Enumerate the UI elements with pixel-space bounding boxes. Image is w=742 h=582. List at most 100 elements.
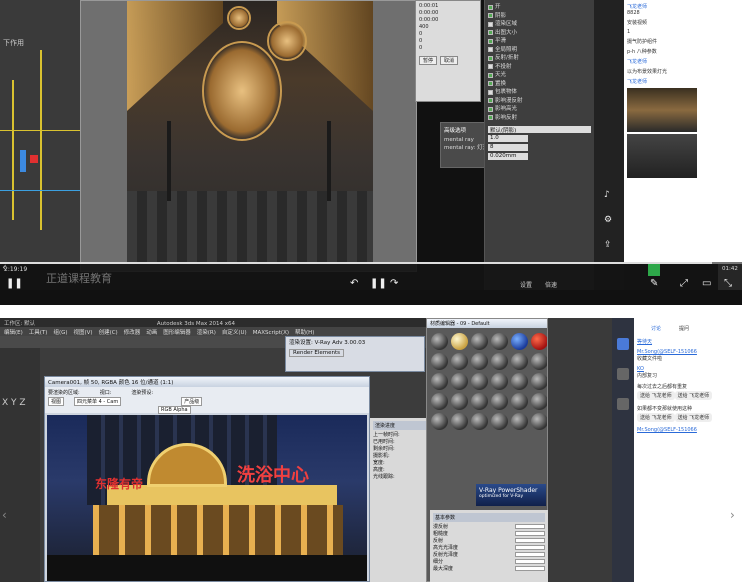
- property-checkbox-row[interactable]: 天光: [488, 71, 591, 80]
- material-slot[interactable]: [471, 413, 488, 430]
- material-slot[interactable]: [431, 413, 448, 430]
- property-checkbox-row[interactable]: 出图大小: [488, 29, 591, 38]
- property-checkbox-row[interactable]: 全局照明: [488, 46, 591, 55]
- multiplier-field[interactable]: 1.0: [488, 135, 528, 142]
- render-setup-dialog[interactable]: 渲染设置: V-Ray Adv 3.00.03 Render Elements: [285, 336, 425, 372]
- param-row[interactable]: 最大深度: [433, 566, 545, 573]
- checkbox[interactable]: [488, 38, 493, 44]
- material-slot[interactable]: [511, 373, 528, 390]
- material-slot[interactable]: [511, 353, 528, 370]
- material-slot[interactable]: [531, 373, 547, 390]
- fullscreen-icon[interactable]: ⤢: [680, 278, 688, 289]
- bias-field[interactable]: 0.020mm: [488, 153, 528, 160]
- material-slot[interactable]: [471, 373, 488, 390]
- material-slot[interactable]: [531, 413, 547, 430]
- property-checkbox-row[interactable]: 反射/折射: [488, 54, 591, 63]
- material-slot[interactable]: [511, 393, 528, 410]
- pip-icon[interactable]: ▭: [702, 278, 711, 289]
- chat-sender[interactable]: 等待天: [637, 338, 721, 345]
- material-slot[interactable]: [491, 353, 508, 370]
- members-tab-icon[interactable]: [617, 398, 629, 410]
- chat-panel[interactable]: 讨论 提问 等待天 Mr.Song(@SELF-151066 收藏文件啦 KO 内部复习…: [612, 318, 724, 582]
- material-slot[interactable]: [431, 353, 448, 370]
- property-checkbox-row[interactable]: 影响反射: [488, 114, 591, 123]
- property-checkbox-row[interactable]: 开: [488, 3, 591, 12]
- material-slot[interactable]: [531, 393, 547, 410]
- material-slot[interactable]: [491, 373, 508, 390]
- material-slot[interactable]: [491, 413, 508, 430]
- chat-image-attachment[interactable]: [627, 88, 697, 132]
- settings-icon[interactable]: ⚙: [604, 215, 612, 225]
- progress-bar[interactable]: [0, 262, 742, 264]
- play-pause-icon[interactable]: ❚❚: [6, 278, 23, 289]
- material-slot[interactable]: [451, 413, 468, 430]
- param-field[interactable]: [515, 531, 545, 536]
- param-field[interactable]: [515, 566, 545, 571]
- chat-panel[interactable]: 飞龙老师 8828 安装视频 1 摄气防护组件 p-h 八种参数 飞龙老师 以为布景效果灯光飞…: [624, 0, 718, 264]
- param-row[interactable]: 反射光泽度: [433, 552, 545, 559]
- prev-arrow-icon[interactable]: ‹: [2, 260, 7, 274]
- checkbox[interactable]: [488, 72, 493, 78]
- param-row[interactable]: 粗糙度: [433, 531, 545, 538]
- cancel-button[interactable]: 取消: [440, 56, 459, 65]
- area-select[interactable]: 视图: [48, 397, 65, 406]
- forward-icon[interactable]: ↷: [390, 278, 398, 289]
- next-arrow-icon[interactable]: ›: [730, 508, 735, 522]
- property-checkbox-row[interactable]: 包裹物体: [488, 88, 591, 97]
- property-checkbox-row[interactable]: 置换: [488, 80, 591, 89]
- checkbox[interactable]: [488, 64, 493, 70]
- checkbox[interactable]: [488, 55, 493, 61]
- param-field[interactable]: [515, 552, 545, 557]
- files-tab-icon[interactable]: [617, 368, 629, 380]
- param-field[interactable]: [515, 545, 545, 550]
- property-checkbox-row[interactable]: 渲染区域: [488, 20, 591, 29]
- pause-icon[interactable]: ❚❚: [370, 278, 387, 289]
- param-field[interactable]: [515, 538, 545, 543]
- material-slot[interactable]: [511, 413, 528, 430]
- chat-sender[interactable]: 飞龙老师: [627, 78, 715, 85]
- material-slot[interactable]: [471, 333, 488, 350]
- param-row[interactable]: 高光光泽度: [433, 545, 545, 552]
- share-icon[interactable]: ⇪: [604, 240, 612, 250]
- chat-sidebar[interactable]: [612, 318, 634, 582]
- material-slot[interactable]: [451, 373, 468, 390]
- checkbox[interactable]: [488, 98, 493, 104]
- checkbox[interactable]: [488, 30, 493, 36]
- checkbox[interactable]: [488, 21, 493, 27]
- light-properties-panel[interactable]: 开阴影 渲染区域 出图大小 平滑 全局照明 反射/折射 不投射 天光 置换 包裹物体 影响漫反射 影响…: [484, 0, 594, 290]
- tab-discussion[interactable]: 讨论: [651, 325, 661, 332]
- chat-sender[interactable]: Mr.Song(@SELF-151066: [637, 427, 721, 433]
- material-slot[interactable]: [491, 333, 508, 350]
- checkbox[interactable]: [488, 106, 493, 112]
- material-slot[interactable]: [431, 333, 448, 350]
- chat-sender[interactable]: 飞龙老师: [627, 3, 715, 10]
- param-row[interactable]: 细分: [433, 559, 545, 566]
- pen-icon[interactable]: ✎: [650, 278, 658, 289]
- render-window-toolbar[interactable]: 要渲染的区域: 视口: 渲染预设: 视图 四元菜单 4 - Cam 产品级 RG…: [45, 387, 369, 414]
- channel-select[interactable]: RGB Alpha: [158, 406, 191, 414]
- material-params[interactable]: 基本参数 漫反射 粗糙度 反射 高光光泽度 反射光泽度 细分 最大深度: [430, 510, 548, 582]
- expand-icon[interactable]: ⤡: [724, 278, 732, 289]
- chat-tab-icon[interactable]: [617, 338, 629, 350]
- material-slot[interactable]: [451, 393, 468, 410]
- material-slot[interactable]: [431, 373, 448, 390]
- property-checkbox-row[interactable]: 阴影: [488, 12, 591, 21]
- chat-app-icon[interactable]: [648, 264, 660, 276]
- param-field[interactable]: [515, 559, 545, 564]
- param-field[interactable]: [515, 524, 545, 529]
- shadow-type-select[interactable]: 默认(阴影): [488, 126, 591, 134]
- material-slot[interactable]: [531, 333, 547, 350]
- volume-icon[interactable]: ♪: [604, 190, 610, 200]
- material-slot[interactable]: [511, 333, 528, 350]
- checkbox[interactable]: [488, 81, 493, 87]
- prev-arrow-icon[interactable]: ‹: [2, 508, 7, 522]
- material-slot[interactable]: [471, 393, 488, 410]
- material-slot[interactable]: [491, 393, 508, 410]
- preset-select[interactable]: 产品级: [181, 397, 203, 406]
- subdivs-field[interactable]: 8: [488, 144, 528, 151]
- material-slot[interactable]: [531, 353, 547, 370]
- material-slot[interactable]: [451, 353, 468, 370]
- param-row[interactable]: 漫反射: [433, 524, 545, 531]
- tab-questions[interactable]: 提问: [679, 325, 689, 332]
- material-slot[interactable]: [471, 353, 488, 370]
